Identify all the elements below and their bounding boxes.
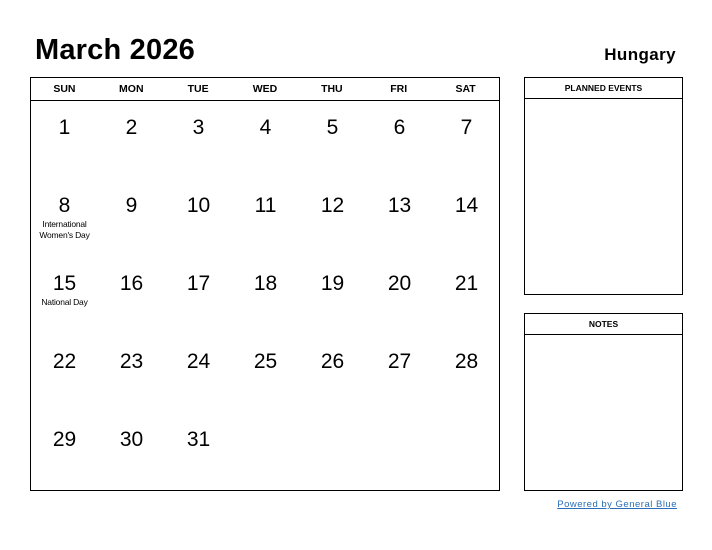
- holiday-label: International Women's Day: [39, 219, 90, 240]
- day-cell: 20: [366, 257, 433, 335]
- country-label: Hungary: [604, 45, 676, 64]
- day-cell: 10: [165, 179, 232, 257]
- day-number: 26: [320, 350, 345, 373]
- day-number: 27: [387, 350, 412, 373]
- day-number: 12: [320, 194, 345, 217]
- weekday-fri: FRI: [390, 83, 408, 95]
- day-number: 16: [119, 272, 144, 295]
- day-number: 17: [186, 272, 211, 295]
- day-cell: 12: [299, 179, 366, 257]
- day-cell: 27: [366, 335, 433, 413]
- day-cell: [299, 413, 366, 491]
- day-cell: 8 International Women's Day: [31, 179, 98, 257]
- weekday-tue: TUE: [187, 83, 209, 95]
- day-cell: 24: [165, 335, 232, 413]
- day-cell: 4: [232, 101, 299, 179]
- day-number: 30: [119, 428, 144, 451]
- day-number: 9: [125, 194, 138, 217]
- day-cell: 19: [299, 257, 366, 335]
- day-number: 29: [52, 428, 77, 451]
- day-number: 5: [326, 116, 339, 139]
- day-number: 23: [119, 350, 144, 373]
- day-number: 4: [259, 116, 272, 139]
- weekday-mon: MON: [119, 83, 144, 95]
- weekday-sun: SUN: [53, 83, 76, 95]
- day-cell: 6: [366, 101, 433, 179]
- planned-events-panel: PLANNED EVENTS: [524, 77, 683, 295]
- day-number: 11: [254, 194, 277, 217]
- day-cell: 22: [31, 335, 98, 413]
- day-cell: [366, 413, 433, 491]
- day-number: 7: [460, 116, 473, 139]
- day-cell: 25: [232, 335, 299, 413]
- day-number: 10: [186, 194, 211, 217]
- day-number: 24: [186, 350, 211, 373]
- day-cell: 15 National Day: [31, 257, 98, 335]
- day-cell: 28: [433, 335, 500, 413]
- weekday-wed: WED: [252, 83, 278, 95]
- day-cell: 31: [165, 413, 232, 491]
- day-cell: 30: [98, 413, 165, 491]
- day-number: 19: [320, 272, 345, 295]
- weekday-header: SUN MON TUE WED THU FRI SAT: [31, 78, 499, 101]
- day-cell: [433, 413, 500, 491]
- day-cell: 7: [433, 101, 500, 179]
- weekday-sat: SAT: [455, 83, 476, 95]
- powered-by-link[interactable]: Powered by General Blue: [557, 499, 677, 510]
- notes-panel: NOTES: [524, 313, 683, 491]
- day-cell: 16: [98, 257, 165, 335]
- day-number: 22: [52, 350, 77, 373]
- day-cell: [232, 413, 299, 491]
- day-number: 6: [393, 116, 406, 139]
- day-number: 28: [454, 350, 479, 373]
- calendar-days: 1 2 3 4 5 6 7 8 International Women's Day 9 10 11 12…: [31, 101, 499, 491]
- day-cell: 3: [165, 101, 232, 179]
- day-cell: 2: [98, 101, 165, 179]
- day-cell: 14: [433, 179, 500, 257]
- weekday-thu: THU: [321, 83, 343, 95]
- calendar-grid: SUN MON TUE WED THU FRI SAT 1 2 3 4 5 6 7 8 Inte…: [30, 77, 500, 491]
- day-number: 8: [58, 194, 71, 217]
- day-cell: 23: [98, 335, 165, 413]
- day-cell: 5: [299, 101, 366, 179]
- day-cell: 1: [31, 101, 98, 179]
- day-number: 1: [58, 116, 71, 139]
- day-number: 14: [454, 194, 479, 217]
- day-cell: 9: [98, 179, 165, 257]
- day-number: 2: [125, 116, 138, 139]
- day-cell: 21: [433, 257, 500, 335]
- day-cell: 29: [31, 413, 98, 491]
- day-cell: 17: [165, 257, 232, 335]
- day-number: 15: [52, 272, 77, 295]
- day-number: 3: [192, 116, 205, 139]
- day-number: 13: [387, 194, 412, 217]
- day-number: 25: [253, 350, 278, 373]
- day-cell: 13: [366, 179, 433, 257]
- day-cell: 18: [232, 257, 299, 335]
- notes-heading: NOTES: [525, 314, 682, 335]
- day-cell: 26: [299, 335, 366, 413]
- day-cell: 11: [232, 179, 299, 257]
- day-number: 20: [387, 272, 412, 295]
- holiday-label: National Day: [41, 297, 88, 307]
- day-number: 31: [186, 428, 211, 451]
- day-number: 18: [253, 272, 278, 295]
- day-number: 21: [454, 272, 479, 295]
- calendar-title: March 2026: [35, 34, 195, 66]
- planned-events-heading: PLANNED EVENTS: [525, 78, 682, 99]
